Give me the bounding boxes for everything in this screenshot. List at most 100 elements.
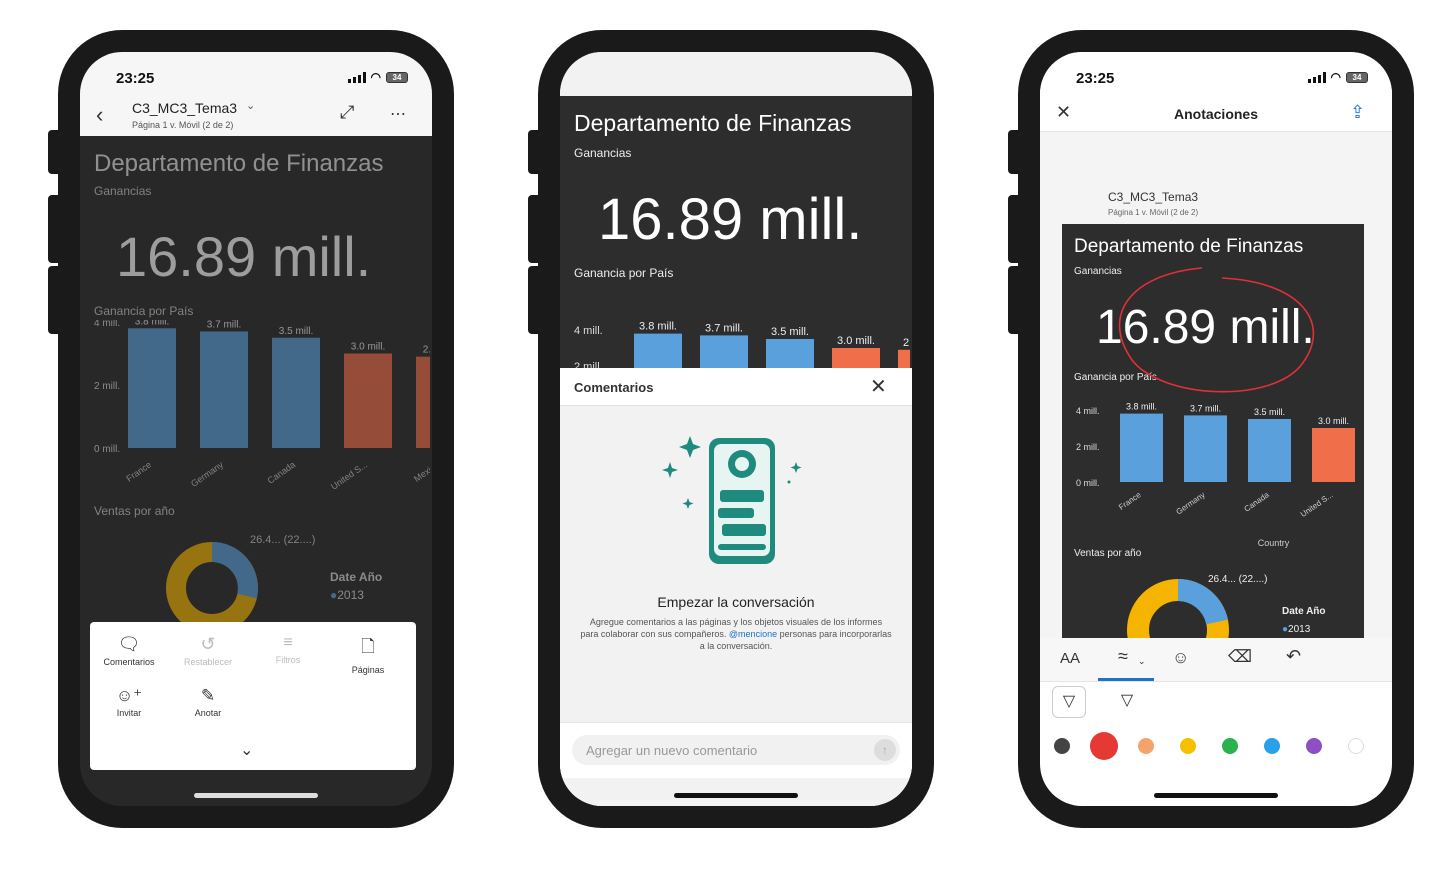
more-options-icon[interactable]: ⋯ xyxy=(390,104,407,124)
back-icon[interactable]: ‹ xyxy=(96,102,103,128)
filter-icon: ≡ xyxy=(283,634,293,651)
annotate-button[interactable]: ✎ Anotar xyxy=(168,686,248,718)
color-swatch[interactable] xyxy=(1180,738,1196,754)
bar[interactable] xyxy=(700,335,748,368)
color-swatch[interactable] xyxy=(1348,738,1364,754)
data-label: 3.8 mill. xyxy=(639,321,677,333)
bar[interactable] xyxy=(1248,419,1291,482)
home-indicator xyxy=(674,793,798,798)
x-axis-label: Country xyxy=(1258,538,1290,548)
donut-2013-segment xyxy=(1177,579,1228,625)
bar-chart: 4 mill. 2 mill. 0 mill. 3.8 mill. France 3.7 … xyxy=(94,320,430,492)
bar[interactable] xyxy=(272,337,320,448)
emoji-icon[interactable]: ☺ xyxy=(1172,648,1189,668)
annotation-toolbar: AA ≈ ⌄ ☺ ⌫ ↶ xyxy=(1040,638,1392,682)
chart-title: Ganancia por País xyxy=(94,304,194,318)
status-bar: 23:25 ◠ 34 xyxy=(1040,52,1392,96)
color-swatch[interactable] xyxy=(1264,738,1280,754)
data-label: 3.7 mill. xyxy=(705,322,743,334)
mention-link[interactable]: @mencione xyxy=(729,629,777,639)
x-tick-label: Mexico xyxy=(412,459,430,484)
bar[interactable] xyxy=(1312,428,1355,482)
signal-icon xyxy=(347,71,366,83)
pages-button[interactable]: 🗋 Páginas xyxy=(328,634,408,675)
side-button xyxy=(528,195,540,263)
fine-pen-button[interactable]: ▽ xyxy=(1052,686,1086,718)
bar[interactable] xyxy=(200,331,248,448)
action-menu: 🗨 Comentarios ↺ Restablecer ≡ Filtros 🗋 … xyxy=(90,622,416,770)
expand-icon[interactable]: ⤢ xyxy=(340,102,354,123)
comment-icon: 🗨 xyxy=(117,634,141,654)
signal-icon xyxy=(1307,71,1326,83)
color-swatch[interactable] xyxy=(1222,738,1238,754)
legend-title: Date Año xyxy=(1282,606,1326,617)
color-swatch[interactable] xyxy=(1306,738,1322,754)
wifi-icon: ◠ xyxy=(370,70,381,84)
bar[interactable] xyxy=(128,328,176,448)
report-title: C3_MC3_Tema3 xyxy=(1108,190,1199,204)
report-title[interactable]: C3_MC3_Tema3 xyxy=(132,100,237,116)
page-icon: 🗋 xyxy=(361,637,375,656)
x-tick-label: Germany xyxy=(1175,490,1207,516)
reset-button[interactable]: ↺ Restablecer xyxy=(168,634,248,667)
chevron-down-icon[interactable]: ⌄ xyxy=(246,99,255,112)
x-tick-label: Canada xyxy=(266,459,298,485)
annotations-header: ✕ Anotaciones ⇪ xyxy=(1040,96,1392,132)
dept-title: Departamento de Finanzas xyxy=(574,110,852,136)
legend-item-2013: ●2013 xyxy=(330,588,364,602)
report-snapshot: C3_MC3_Tema3 Página 1 v. Móvil (2 de 2) … xyxy=(1040,132,1392,674)
battery-icon: 34 xyxy=(386,71,408,83)
color-swatch[interactable] xyxy=(1054,738,1070,754)
y-tick-label: 4 mill. xyxy=(574,325,603,337)
chat-bubble-icon xyxy=(720,490,764,502)
annotations-title: Anotaciones xyxy=(1173,106,1258,122)
send-icon[interactable]: ↑ xyxy=(874,739,896,761)
side-button xyxy=(1008,266,1020,334)
share-icon[interactable]: ⇪ xyxy=(1350,102,1365,123)
y-tick-label: 2 mill. xyxy=(1076,442,1100,452)
bar[interactable] xyxy=(344,353,392,449)
undo-icon[interactable]: ↶ xyxy=(1286,646,1301,667)
phone-3-screen: 23:25 ◠ 34 ✕ Anotaciones ⇪ C3_MC3_Tema3 … xyxy=(1040,52,1392,806)
report-canvas: Departamento de Finanzas Ganancias 16.89… xyxy=(560,96,912,368)
filters-button[interactable]: ≡ Filtros xyxy=(248,634,328,665)
bar[interactable] xyxy=(832,348,880,368)
bar[interactable] xyxy=(766,339,814,368)
side-button xyxy=(48,266,60,334)
chart-title: Ganancia por País xyxy=(574,266,674,280)
filters-label: Filtros xyxy=(275,655,301,665)
donut-callout: 26.4... (22....) xyxy=(250,534,316,546)
text-tool-icon[interactable]: AA xyxy=(1060,650,1080,667)
side-button xyxy=(1008,130,1020,174)
status-bar xyxy=(560,52,912,96)
chevron-down-icon[interactable]: ⌄ xyxy=(1138,656,1146,667)
close-icon[interactable]: ✕ xyxy=(870,374,887,399)
pen-tool-icon[interactable]: ≈ xyxy=(1118,646,1128,667)
side-button xyxy=(48,195,60,263)
bar[interactable] xyxy=(898,349,910,368)
color-swatch[interactable] xyxy=(1138,738,1154,754)
invite-button[interactable]: ☺⁺ Invitar xyxy=(90,686,168,718)
ink-annotation-circle xyxy=(1118,267,1315,393)
pen-type-row: ▽ ▽ xyxy=(1040,682,1392,726)
empty-state-heading: Empezar la conversación xyxy=(657,594,815,610)
highlighter-button[interactable]: ▽ xyxy=(1110,686,1144,718)
bar[interactable] xyxy=(1184,415,1227,482)
comments-panel: Comentarios ✕ Empezar la conversación Ag… xyxy=(560,368,912,806)
color-swatch-selected[interactable] xyxy=(1090,732,1118,760)
kpi-value: 16.89 mill. xyxy=(116,225,372,288)
reset-label: Restablecer xyxy=(183,657,233,667)
new-comment-input[interactable]: Agregar un nuevo comentario ↑ xyxy=(572,735,900,765)
side-button xyxy=(528,266,540,334)
y-tick-label: 2 mill. xyxy=(94,381,120,392)
report-subtitle: Página 1 v. Móvil (2 de 2) xyxy=(1108,208,1199,217)
bar[interactable] xyxy=(416,356,430,448)
pen-icon: ✎ xyxy=(200,686,216,705)
comments-button[interactable]: 🗨 Comentarios xyxy=(90,634,168,667)
collapse-menu-icon[interactable]: ⌄ xyxy=(240,740,253,760)
data-label: 3.5 mill. xyxy=(279,326,313,337)
y-tick-label: 4 mill. xyxy=(94,320,120,329)
home-indicator xyxy=(194,793,318,798)
bar[interactable] xyxy=(634,333,682,368)
eraser-icon[interactable]: ⌫ xyxy=(1228,647,1252,667)
